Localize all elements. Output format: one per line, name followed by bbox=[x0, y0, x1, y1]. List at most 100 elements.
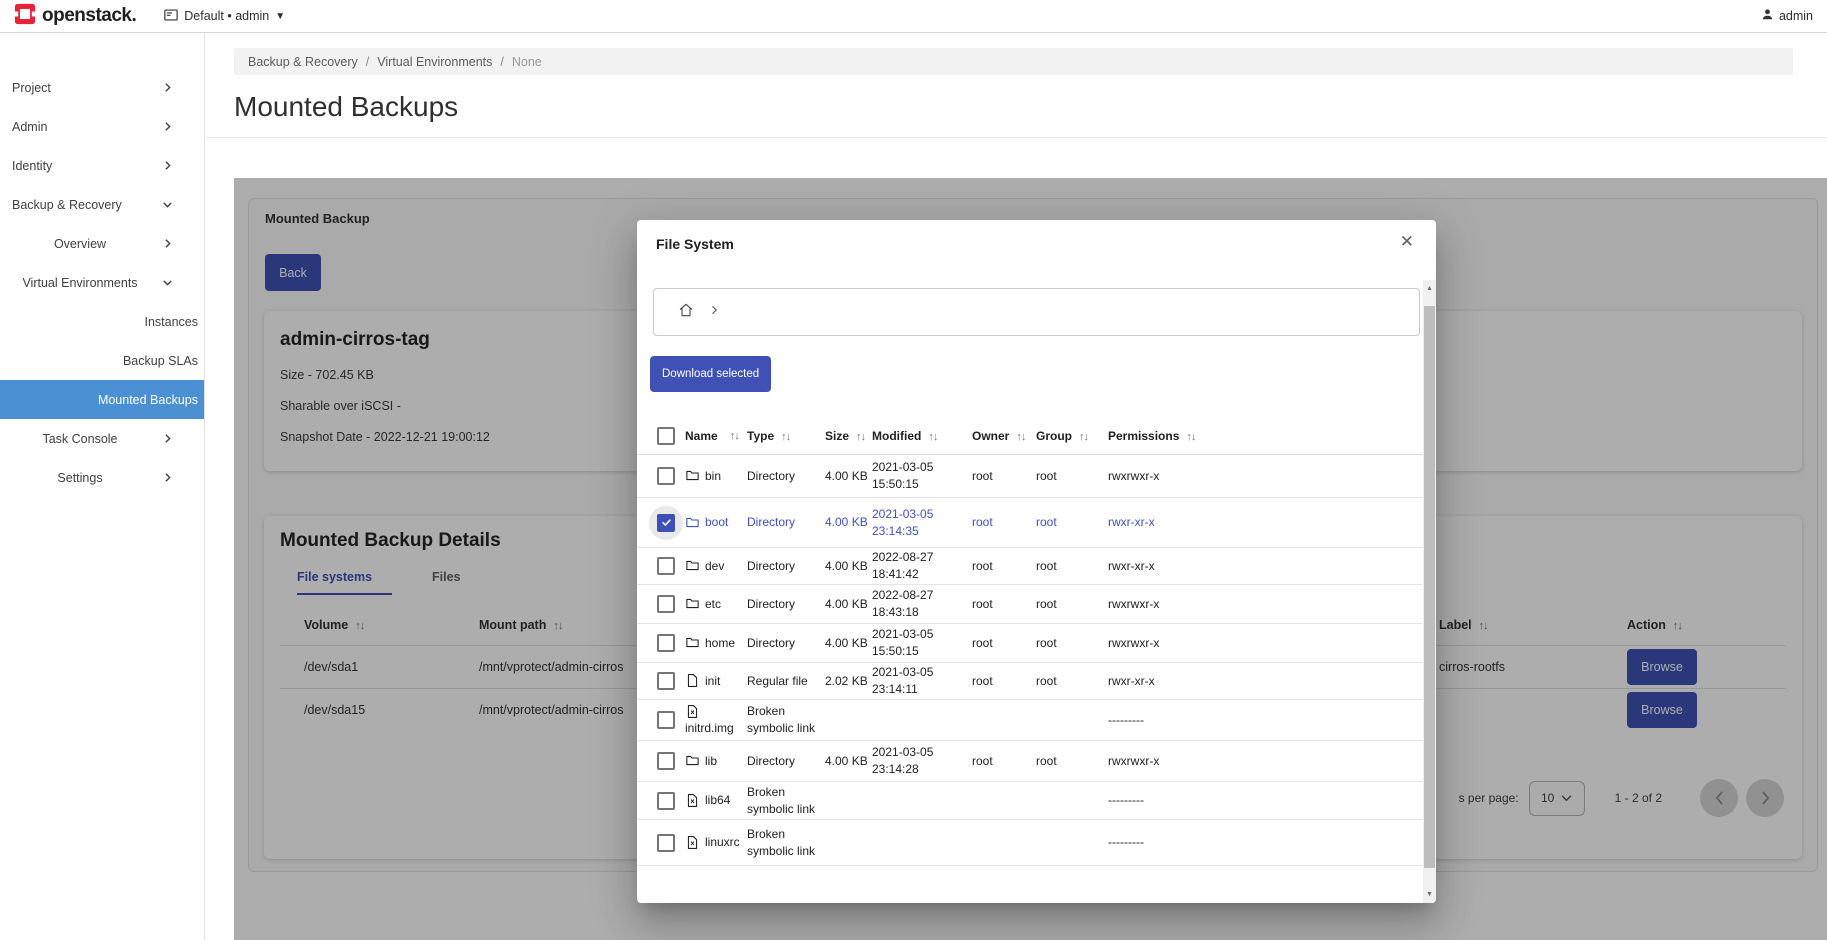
file-type-cell: Directory bbox=[747, 596, 825, 613]
breadcrumb: Backup & Recovery/Virtual Environments/N… bbox=[234, 48, 1793, 75]
close-icon[interactable]: ✕ bbox=[1400, 232, 1414, 252]
column-header-group[interactable]: Group↑↓ bbox=[1036, 429, 1108, 443]
column-header-modified[interactable]: Modified↑↓ bbox=[872, 429, 972, 443]
column-header-name[interactable]: Name↑↓ bbox=[685, 429, 747, 443]
file-name: init bbox=[705, 673, 720, 690]
sidebar-item-settings[interactable]: Settings bbox=[0, 458, 204, 497]
file-owner-cell: root bbox=[972, 468, 1036, 485]
sidebar-item-instances[interactable]: Instances bbox=[0, 302, 204, 341]
row-checkbox[interactable] bbox=[649, 664, 685, 698]
file-size-cell: 2.02 KB bbox=[825, 673, 872, 690]
row-checkbox[interactable] bbox=[649, 549, 685, 583]
file-name: home bbox=[705, 635, 735, 652]
file-owner-cell: root bbox=[972, 753, 1036, 770]
sidebar-item-overview[interactable]: Overview bbox=[0, 224, 204, 263]
row-checkbox[interactable] bbox=[649, 784, 685, 818]
sidebar-item-mounted-backups[interactable]: Mounted Backups bbox=[0, 380, 204, 419]
folder-icon bbox=[685, 558, 700, 573]
row-checkbox[interactable] bbox=[649, 744, 685, 778]
row-checkbox[interactable] bbox=[649, 626, 685, 660]
sidebar-item-backup-slas[interactable]: Backup SLAs bbox=[0, 341, 204, 380]
file-name-cell[interactable]: boot bbox=[685, 514, 747, 531]
user-menu[interactable]: admin bbox=[1761, 8, 1813, 24]
column-header-permissions[interactable]: Permissions↑↓ bbox=[1108, 429, 1423, 443]
sidebar-item-identity[interactable]: Identity bbox=[0, 146, 204, 185]
file-type-cell: Directory bbox=[747, 514, 825, 531]
file-type-cell: Broken symbolic link bbox=[747, 784, 825, 818]
sidebar-item-virtual-environments[interactable]: Virtual Environments bbox=[0, 263, 204, 302]
scrollbar-thumb[interactable] bbox=[1424, 306, 1435, 868]
modal-scrollbar[interactable]: ▲ ▼ bbox=[1423, 280, 1436, 903]
file-group-cell: root bbox=[1036, 596, 1108, 613]
select-all-checkbox[interactable] bbox=[657, 427, 685, 445]
download-selected-button[interactable]: Download selected bbox=[650, 356, 771, 392]
file-row-initrd-img: initrd.img Broken symbolic link --------… bbox=[637, 700, 1423, 741]
sidebar-item-label: Virtual Environments bbox=[22, 276, 137, 290]
panel-icon bbox=[164, 9, 178, 24]
page-title: Mounted Backups bbox=[234, 91, 1827, 123]
column-header-size[interactable]: Size↑↓ bbox=[825, 429, 872, 443]
breadcrumb-item-virtual-environments[interactable]: Virtual Environments bbox=[377, 55, 492, 69]
file-group-cell: root bbox=[1036, 558, 1108, 575]
file-table-body: bin Directory 4.00 KB 2021-03-0515:50:15… bbox=[637, 455, 1423, 866]
file-table-header: Name↑↓Type↑↓Size↑↓Modified↑↓Owner↑↓Group… bbox=[637, 418, 1423, 455]
file-name: lib bbox=[705, 753, 717, 770]
file-row-dev: dev Directory 4.00 KB 2022-08-2718:41:42… bbox=[637, 548, 1423, 585]
file-permissions-cell: rwxr-xr-x bbox=[1108, 558, 1423, 575]
file-size-cell: 4.00 KB bbox=[825, 468, 872, 485]
scroll-up-arrow[interactable]: ▲ bbox=[1423, 285, 1436, 292]
file-group-cell: root bbox=[1036, 753, 1108, 770]
file-name-cell[interactable]: init bbox=[685, 673, 747, 690]
domain-project-dropdown[interactable]: Default • admin ▼ bbox=[164, 9, 285, 24]
openstack-logo[interactable]: openstack. bbox=[14, 3, 136, 30]
file-size-cell: 4.00 KB bbox=[825, 596, 872, 613]
scroll-down-arrow[interactable]: ▼ bbox=[1423, 891, 1436, 898]
topbar: openstack. Default • admin ▼ admin bbox=[0, 0, 1827, 33]
title-divider bbox=[206, 137, 1827, 138]
file-name-cell[interactable]: etc bbox=[685, 596, 747, 613]
file-row-bin: bin Directory 4.00 KB 2021-03-0515:50:15… bbox=[637, 455, 1423, 498]
breadcrumb-item-backup-recovery[interactable]: Backup & Recovery bbox=[248, 55, 358, 69]
file-modified-cell: 2021-03-0523:14:11 bbox=[872, 664, 972, 698]
file-group-cell: root bbox=[1036, 635, 1108, 652]
file-permissions-cell: --------- bbox=[1108, 792, 1423, 809]
row-checkbox[interactable] bbox=[649, 703, 685, 737]
row-checkbox[interactable] bbox=[649, 826, 685, 860]
broken-link-file-icon bbox=[685, 704, 700, 719]
chevron-down-icon bbox=[161, 276, 174, 289]
sidebar-item-label: Settings bbox=[57, 471, 102, 485]
row-checkbox[interactable] bbox=[649, 587, 685, 621]
file-permissions-cell: rwxr-xr-x bbox=[1108, 673, 1423, 690]
file-name-cell[interactable]: home bbox=[685, 635, 747, 652]
home-icon[interactable] bbox=[678, 302, 694, 323]
sidebar-item-backup-recovery[interactable]: Backup & Recovery bbox=[0, 185, 204, 224]
file-name-cell[interactable]: linuxrc bbox=[685, 834, 747, 851]
sidebar-item-project[interactable]: Project bbox=[0, 68, 204, 107]
path-chevron-right-icon bbox=[708, 303, 720, 321]
file-owner-cell: root bbox=[972, 558, 1036, 575]
file-row-lib: lib Directory 4.00 KB 2021-03-0523:14:28… bbox=[637, 741, 1423, 782]
file-permissions-cell: rwxrwxr-x bbox=[1108, 753, 1423, 770]
sort-icon: ↑↓ bbox=[1186, 431, 1195, 443]
file-row-etc: etc Directory 4.00 KB 2022-08-2718:43:18… bbox=[637, 585, 1423, 624]
file-name-cell[interactable]: initrd.img bbox=[685, 704, 747, 737]
user-icon bbox=[1761, 8, 1774, 24]
file-owner-cell: root bbox=[972, 514, 1036, 531]
file-owner-cell: root bbox=[972, 673, 1036, 690]
file-name-cell[interactable]: lib bbox=[685, 753, 747, 770]
chevron-right-icon bbox=[161, 471, 174, 484]
file-name-cell[interactable]: dev bbox=[685, 558, 747, 575]
column-header-type[interactable]: Type↑↓ bbox=[747, 429, 825, 443]
file-type-cell: Broken symbolic link bbox=[747, 703, 825, 737]
file-name: linuxrc bbox=[705, 834, 740, 851]
file-name-cell[interactable]: bin bbox=[685, 468, 747, 485]
sort-icon: ↑↓ bbox=[1016, 431, 1025, 443]
sidebar-item-task-console[interactable]: Task Console bbox=[0, 419, 204, 458]
file-name-cell[interactable]: lib64 bbox=[685, 792, 747, 809]
sidebar-item-admin[interactable]: Admin bbox=[0, 107, 204, 146]
file-permissions-cell: rwxr-xr-x bbox=[1108, 514, 1423, 531]
row-checkbox[interactable] bbox=[649, 506, 685, 540]
column-header-owner[interactable]: Owner↑↓ bbox=[972, 429, 1036, 443]
row-checkbox[interactable] bbox=[649, 459, 685, 493]
sidebar-item-label: Identity bbox=[12, 159, 52, 173]
